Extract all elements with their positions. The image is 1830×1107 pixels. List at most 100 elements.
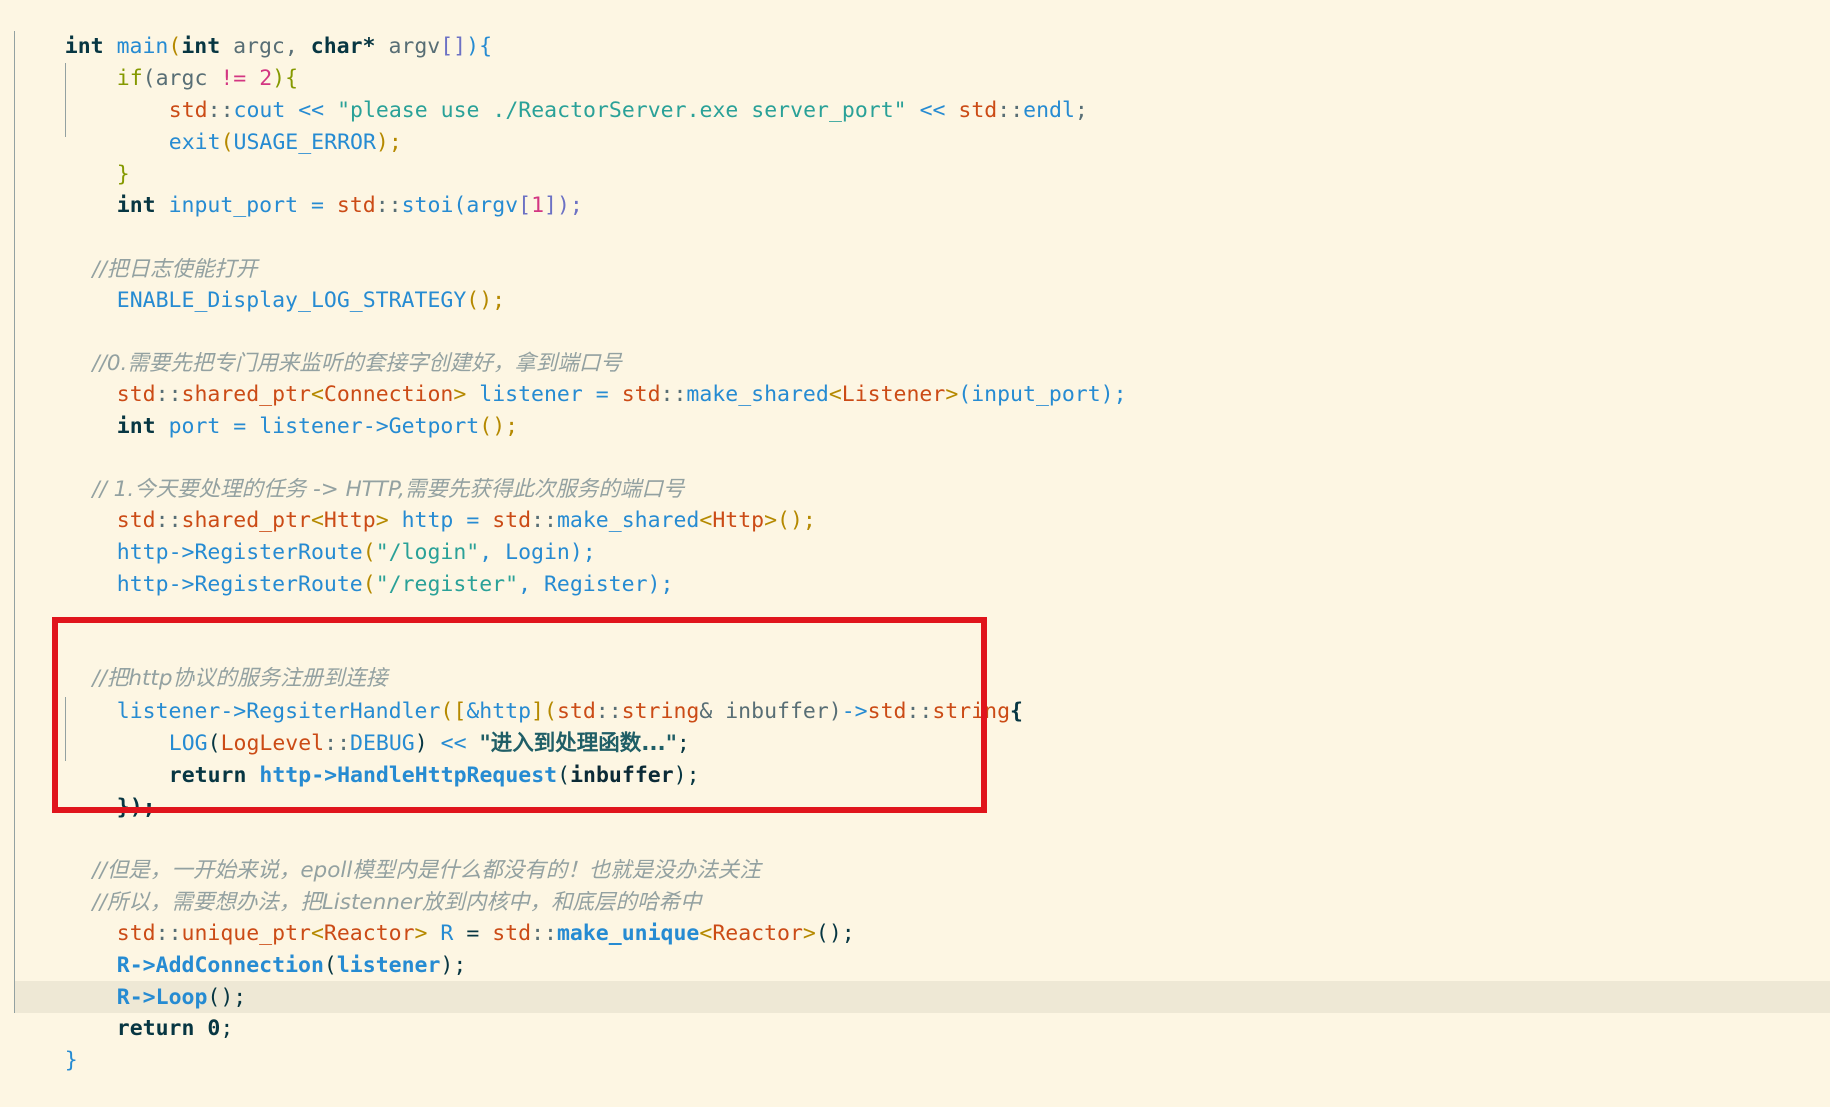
code-token: (	[362, 572, 376, 597]
code-line[interactable]: //0.需要先把专门用来监听的套接字创建好，拿到端口号	[65, 317, 622, 376]
code-token: >	[945, 382, 959, 407]
code-line[interactable]: return http->HandleHttpRequest(inbuffer)…	[117, 729, 700, 788]
code-token: std	[867, 699, 907, 724]
code-token: ->	[168, 572, 195, 597]
code-token: Http	[712, 508, 765, 533]
code-token: >	[802, 921, 816, 946]
code-line[interactable]: //把日志使能打开	[65, 223, 257, 282]
code-token: std	[492, 921, 532, 946]
code-token: ->	[362, 414, 389, 439]
code-token: {	[1010, 699, 1023, 724]
code-token: (	[220, 130, 234, 155]
code-line[interactable]: std::unique_ptr<Reactor> R = std::make_u…	[65, 887, 855, 946]
code-line[interactable]: std::shared_ptr<Http> http = std::make_s…	[65, 474, 816, 533]
code-token: =	[233, 414, 247, 439]
code-token: std	[621, 382, 661, 407]
current-line-highlight	[14, 981, 1830, 1013]
code-line[interactable]: int input_port = std::stoi(argv[1]);	[65, 159, 583, 218]
indent-guide	[14, 31, 15, 1013]
code-line[interactable]: //所以，需要想办法，把Listenner放到内核中，和底层的哈希中	[65, 856, 701, 915]
code-token: "/register"	[375, 572, 519, 597]
code-token: stoi	[401, 193, 454, 218]
code-token: );	[440, 953, 467, 978]
code-line[interactable]: if(argc != 2){	[65, 32, 298, 91]
code-token: <<	[906, 98, 959, 123]
code-token: , Register);	[518, 572, 674, 597]
code-line[interactable]: // 1.今天要处理的任务 -> HTTP,需要先获得此次服务的端口号	[65, 443, 684, 502]
code-token: return	[168, 763, 247, 788]
code-token: (input_port);	[958, 382, 1127, 407]
code-token: <	[699, 921, 713, 946]
code-line[interactable]: LOG(LogLevel::DEBUG) << "进入到处理函数...";	[117, 697, 690, 756]
code-token: =	[466, 921, 480, 946]
code-token: ();	[479, 414, 519, 439]
code-token: <	[828, 382, 842, 407]
code-token: =	[310, 193, 324, 218]
code-token: =	[595, 382, 609, 407]
code-token: port	[155, 414, 234, 439]
code-token: "please use ./ReactorServer.exe server_p…	[337, 98, 907, 123]
code-token: []	[440, 34, 467, 59]
code-token: int	[116, 414, 156, 439]
code-token: }	[64, 1048, 78, 1073]
code-token: Reactor	[712, 921, 803, 946]
code-token: ();	[815, 921, 855, 946]
code-line[interactable]: exit(USAGE_ERROR);	[117, 96, 402, 155]
code-token: RegisterRoute	[194, 572, 363, 597]
code-token: int	[116, 193, 156, 218]
code-token: (argv	[453, 193, 519, 218]
code-token: HandleHttpRequest	[337, 763, 558, 788]
code-line[interactable]: ENABLE_Display_LOG_STRATEGY();	[65, 254, 505, 313]
code-token: argv	[375, 34, 441, 59]
code-token: );	[375, 130, 402, 155]
code-token: make_unique	[556, 921, 700, 946]
code-line[interactable]: });	[65, 761, 156, 820]
code-line[interactable]: //但是，一开始来说，epoll模型内是什么都没有的！也就是没办法关注	[65, 824, 760, 883]
code-token: (	[557, 763, 571, 788]
code-line[interactable]: R->Loop();	[65, 951, 246, 1010]
code-token: return	[116, 1016, 195, 1041]
code-token: listener	[246, 414, 363, 439]
code-token: endl	[1023, 98, 1075, 123]
code-line[interactable]: std::cout << "please use ./ReactorServer…	[117, 64, 1088, 123]
code-line[interactable]: http->RegisterRoute("/login", Login);	[65, 506, 596, 565]
code-line[interactable]: std::shared_ptr<Connection> listener = s…	[65, 348, 1127, 407]
code-token: <	[699, 508, 713, 533]
code-line[interactable]: int main(int argc, char* argv[]){	[13, 0, 492, 59]
code-token: make_shared	[686, 382, 829, 407]
code-line[interactable]: }	[65, 128, 130, 187]
code-token: http	[116, 572, 169, 597]
code-token: ;	[1074, 98, 1088, 123]
code-token: [	[518, 193, 532, 218]
code-token: listener	[336, 953, 441, 978]
code-token: string	[932, 699, 1011, 724]
code-line[interactable]: }	[13, 1014, 78, 1073]
code-token: USAGE_ERROR	[233, 130, 376, 155]
code-token: Listener	[841, 382, 946, 407]
code-token: );	[673, 763, 700, 788]
code-token: });	[116, 795, 156, 820]
code-line[interactable]: listener->RegsiterHandler([&http](std::s…	[65, 665, 1023, 724]
code-line[interactable]: http->RegisterRoute("/register", Registe…	[65, 538, 674, 597]
code-token: 0	[207, 1016, 221, 1041]
code-token: inbuffer	[570, 763, 674, 788]
code-token: ::	[906, 699, 933, 724]
code-token: std	[958, 98, 998, 123]
code-line-current[interactable]: return 0;	[65, 982, 234, 1041]
code-token: (	[323, 953, 337, 978]
code-token: ->	[841, 699, 868, 724]
code-token: Getport	[388, 414, 480, 439]
code-token: ENABLE_Display_LOG_STRATEGY	[116, 288, 467, 313]
code-line[interactable]: int port = listener->Getport();	[65, 380, 518, 439]
code-token: ();	[466, 288, 506, 313]
code-editor[interactable]: int main(int argc, char* argv[]){ if(arg…	[0, 0, 1830, 1073]
code-line[interactable]: R->AddConnection(listener);	[65, 919, 467, 978]
code-token: ::	[660, 382, 687, 407]
code-token: ){	[466, 34, 493, 59]
code-line[interactable]: //把http协议的服务注册到连接	[65, 632, 387, 691]
code-token: ::	[531, 921, 557, 946]
code-token: ();	[777, 508, 816, 533]
